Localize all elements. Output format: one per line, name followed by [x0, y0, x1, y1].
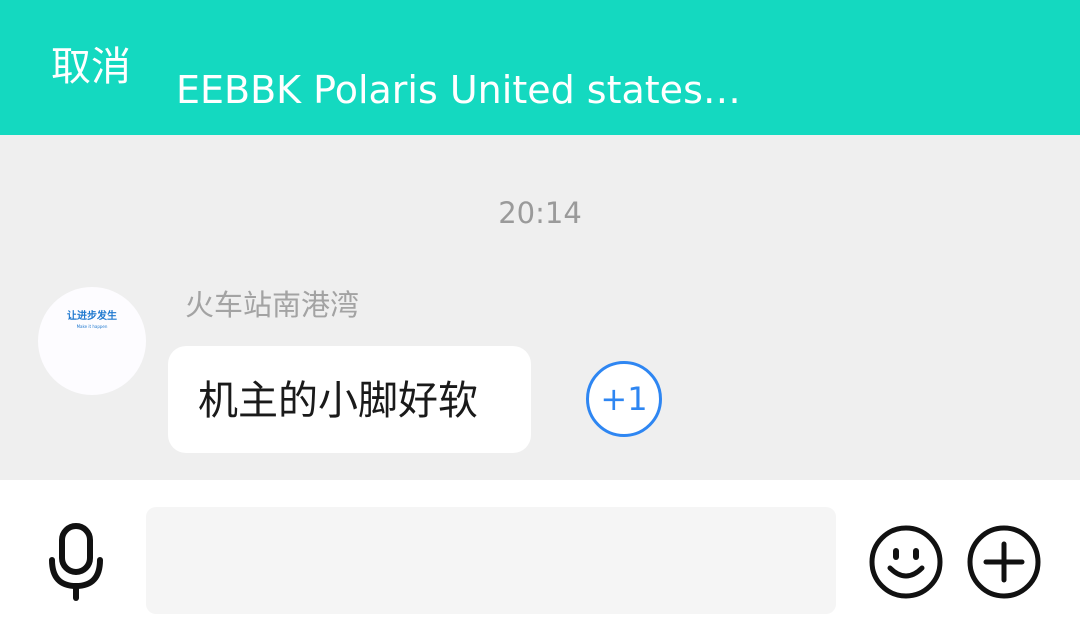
- sender-name: 火车站南港湾: [185, 288, 360, 322]
- microphone-icon[interactable]: [40, 522, 112, 602]
- message-text: 机主的小脚好软: [198, 378, 478, 424]
- avatar[interactable]: 让进步发生 Make it happen: [38, 287, 146, 395]
- message-timestamp: 20:14: [498, 196, 582, 230]
- plus-one-button[interactable]: +1: [586, 361, 662, 437]
- message-input[interactable]: [146, 507, 836, 614]
- avatar-logo-subtext: Make it happen: [76, 324, 108, 329]
- emoji-icon[interactable]: [868, 524, 944, 600]
- avatar-logo-text: 让进步发生: [67, 311, 117, 322]
- chat-area: 20:14 让进步发生 Make it happen 火车站南港湾 机主的小脚好…: [0, 135, 1080, 480]
- cancel-button[interactable]: 取消: [51, 40, 131, 94]
- message-bubble[interactable]: 机主的小脚好软: [168, 346, 531, 453]
- header-bar: 取消 EEBBK Polaris United states…: [0, 0, 1080, 135]
- chat-title: EEBBK Polaris United states…: [176, 68, 741, 112]
- plus-icon[interactable]: [966, 524, 1042, 600]
- input-bar: [0, 480, 1080, 642]
